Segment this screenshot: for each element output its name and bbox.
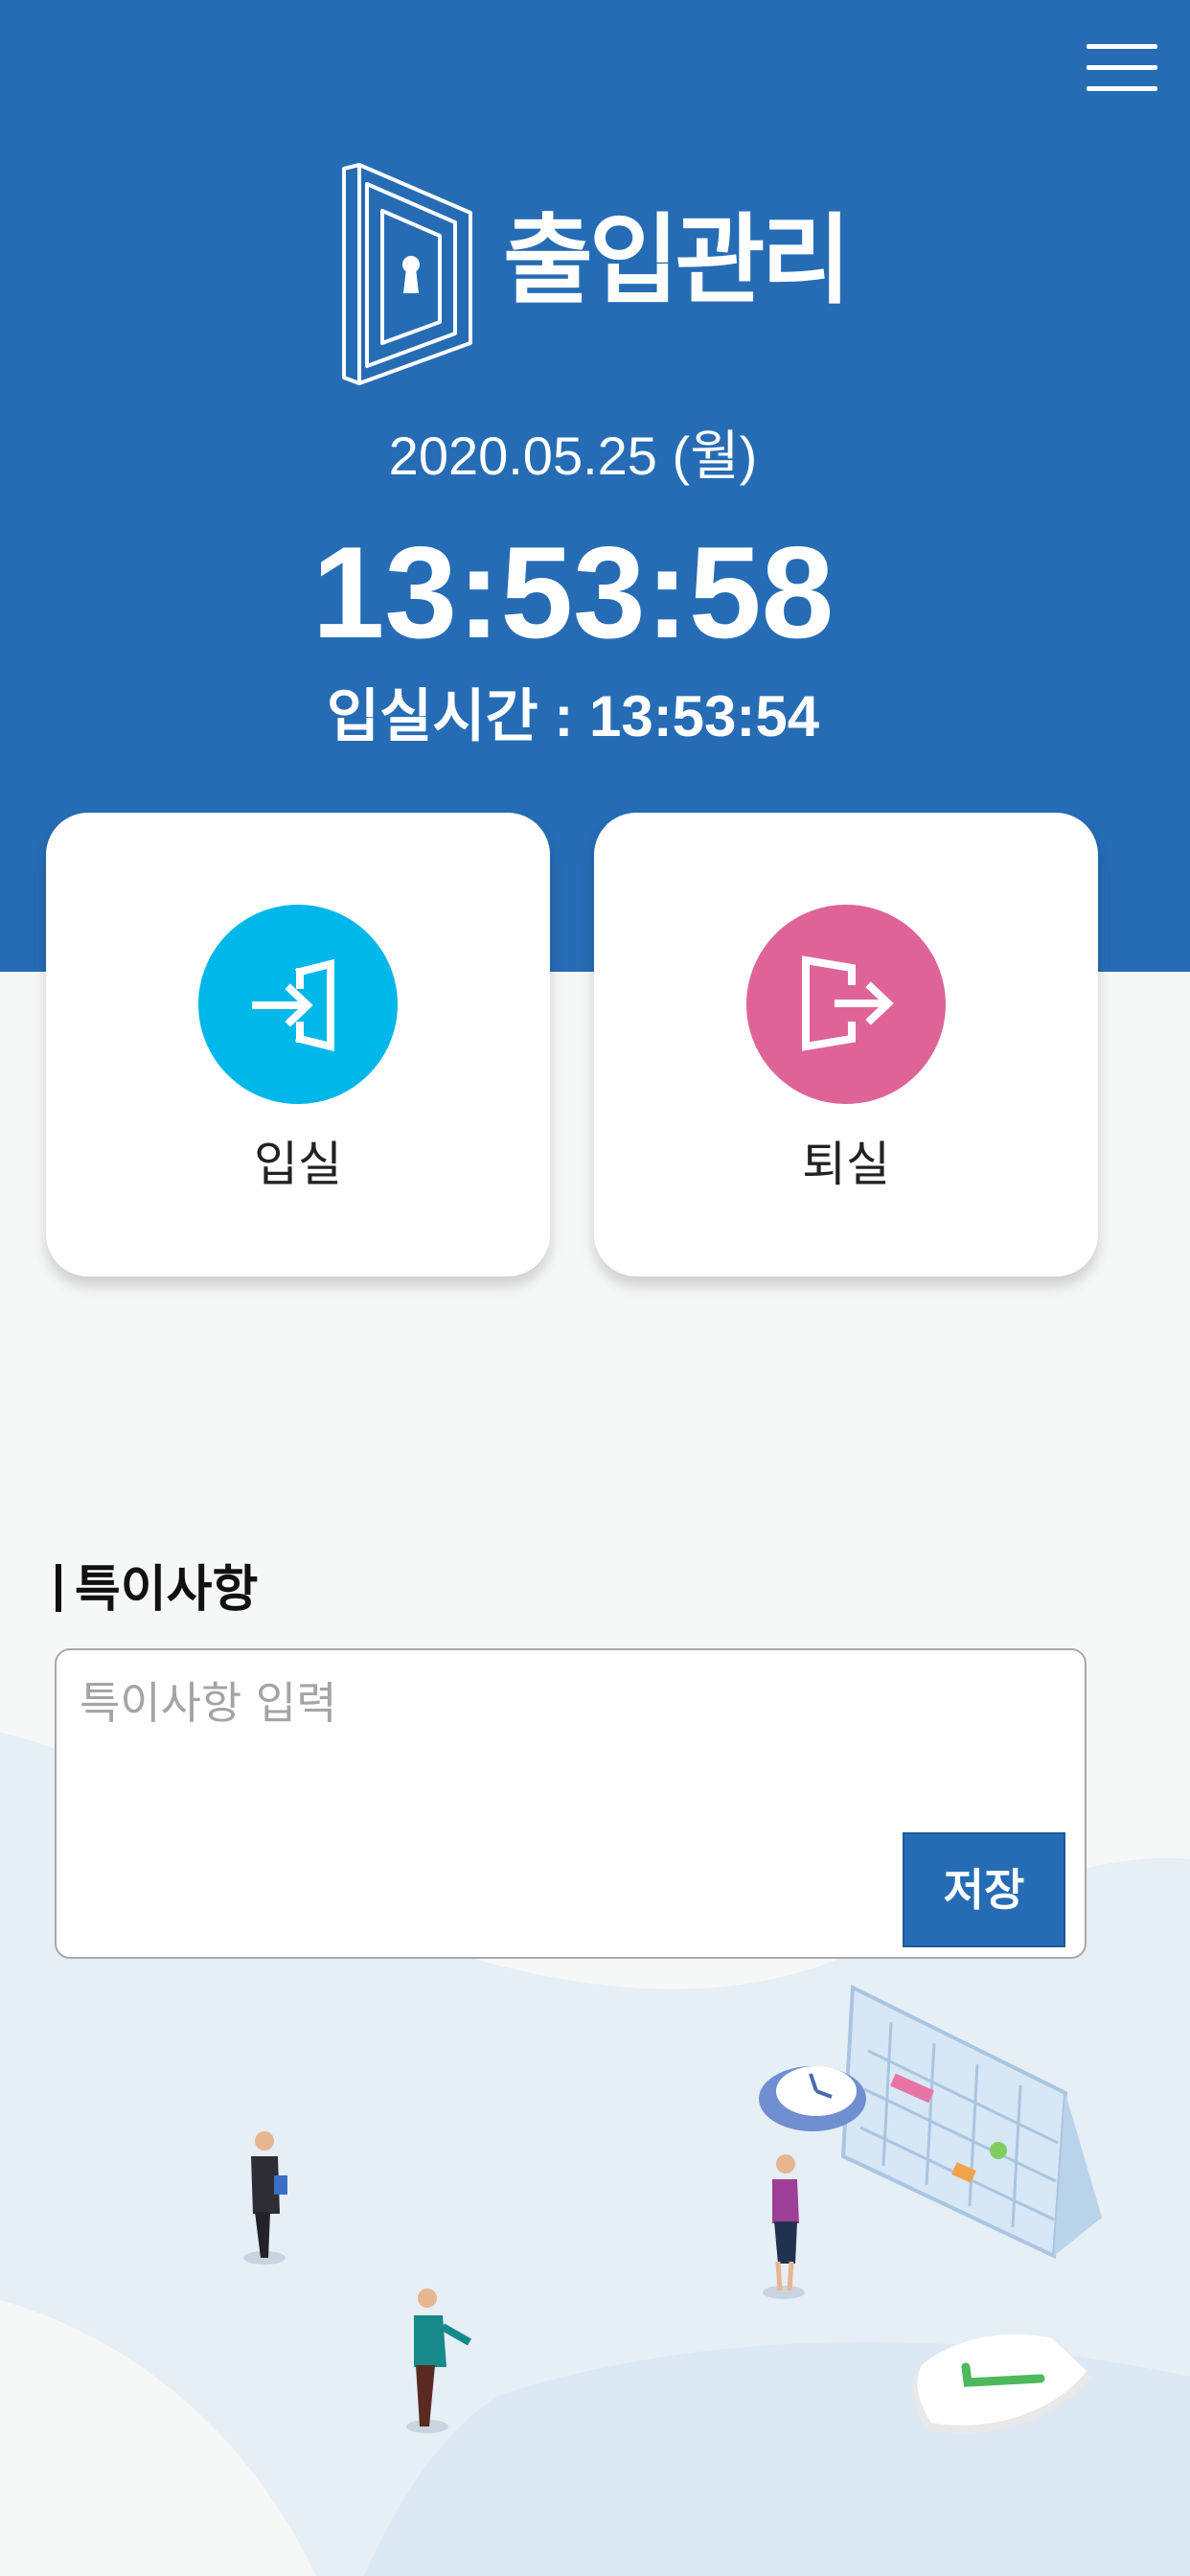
door-keyhole-logo [342,163,472,385]
entry-time: 입실시간 : 13:53:54 [326,684,820,748]
notes-box: 저장 [55,1648,1087,1959]
current-time-clock: 13:53:58 [311,519,835,665]
clock-illustration [759,2066,866,2131]
exit-label: 퇴실 [802,1137,890,1192]
save-button[interactable]: 저장 [903,1832,1065,1947]
notes-title-text: 특이사항 [75,1561,259,1619]
current-date: 2020.05.25 (월) [388,426,758,486]
exit-button[interactable]: 퇴실 [594,813,1098,1276]
enter-door-icon [198,905,398,1104]
notes-section-title: 특이사항 [56,1564,258,1615]
app-logo-text: 출입관리 [503,204,851,318]
title-bar-marker [56,1564,61,1612]
notes-input[interactable] [80,1675,923,1915]
exit-door-icon [746,905,946,1104]
hamburger-menu-icon[interactable] [1079,36,1165,100]
enter-label: 입실 [254,1137,342,1192]
enter-button[interactable]: 입실 [46,813,550,1276]
